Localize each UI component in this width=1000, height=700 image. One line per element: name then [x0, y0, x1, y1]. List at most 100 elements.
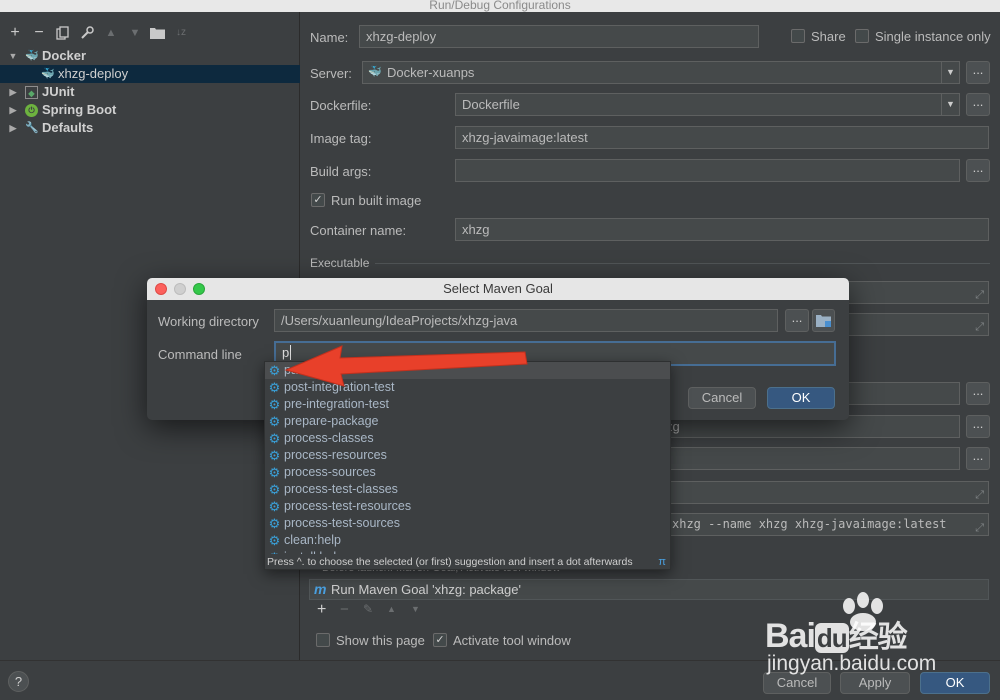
- suggestion-label: process-sources: [284, 465, 376, 479]
- popup-status-bar: Press ^. to choose the selected (or firs…: [265, 554, 670, 569]
- suggestion-label: process-test-classes: [284, 482, 398, 496]
- image-tag-label: Image tag:: [310, 131, 372, 146]
- pi-icon[interactable]: π: [658, 554, 666, 569]
- build-args-browse-button[interactable]: ...: [966, 159, 990, 182]
- brand-cn-text: 经验: [848, 620, 908, 655]
- remove-icon[interactable]: −: [340, 601, 349, 618]
- popup-hint-text: Press ^. to choose the selected (or firs…: [267, 556, 633, 568]
- hidden-browse-button-2[interactable]: ...: [966, 415, 990, 438]
- dockerfile-combo[interactable]: Dockerfile ▼: [455, 93, 960, 116]
- close-window-button[interactable]: [155, 283, 167, 295]
- sort-icon[interactable]: ↓z: [170, 20, 192, 46]
- name-label: Name:: [310, 30, 349, 45]
- tree-item-label: Docker: [42, 48, 87, 63]
- tree-item-spring-boot[interactable]: ▶ ⏻ Spring Boot: [0, 101, 300, 119]
- add-icon[interactable]: +: [317, 601, 326, 619]
- tree-item-xhzg-deploy[interactable]: 🐳 xhzg-deploy: [0, 65, 300, 83]
- suggestion-item[interactable]: ⚙ process-test-resources: [265, 498, 670, 515]
- suggestion-item[interactable]: ⚙ pre-integration-test: [265, 396, 670, 413]
- hidden-browse-button-1[interactable]: ...: [966, 382, 990, 405]
- name-input[interactable]: xhzg-deploy: [359, 25, 759, 48]
- image-tag-input[interactable]: xhzg-javaimage:latest: [455, 126, 989, 149]
- suggestion-item[interactable]: ⚙ process-test-sources: [265, 515, 670, 532]
- expand-arrow-icon[interactable]: ▶: [8, 101, 18, 119]
- working-directory-input[interactable]: /Users/xuanleung/IdeaProjects/xhzg-java: [274, 309, 778, 332]
- dockerfile-browse-button[interactable]: ...: [966, 93, 990, 116]
- gear-icon: ⚙: [268, 499, 281, 514]
- run-built-image-checkbox[interactable]: ✓: [311, 193, 325, 207]
- expand-icon[interactable]: ⤢: [975, 285, 984, 306]
- spring-boot-icon: ⏻: [25, 104, 38, 117]
- share-label: Share: [811, 29, 846, 44]
- suggestion-label: process-resources: [284, 448, 387, 462]
- command-line-label: Command line: [158, 347, 242, 362]
- activate-tool-window-label: Activate tool window: [453, 633, 571, 648]
- tree-item-label: Defaults: [42, 120, 94, 135]
- gear-icon: ⚙: [268, 431, 281, 446]
- tree-item-junit[interactable]: ▶ ◆ JUnit: [0, 83, 300, 101]
- activate-tool-window-checkbox[interactable]: ✓: [433, 633, 447, 647]
- container-name-input[interactable]: xhzg: [455, 218, 989, 241]
- working-directory-browse-button[interactable]: ...: [785, 309, 809, 332]
- chevron-down-icon[interactable]: ▼: [941, 62, 959, 83]
- tree-item-defaults[interactable]: ▶ 🔧 Defaults: [0, 119, 300, 137]
- docker-icon: 🐳: [25, 50, 39, 62]
- maven-icon: m: [314, 581, 327, 597]
- suggestion-label: process-test-resources: [284, 499, 412, 513]
- suggestion-item[interactable]: ⚙ process-test-classes: [265, 481, 670, 498]
- collapse-arrow-icon[interactable]: ▼: [8, 47, 18, 65]
- edit-icon[interactable]: ✎: [363, 602, 373, 616]
- suggestion-label: pre-integration-test: [284, 397, 389, 411]
- remove-icon[interactable]: −: [28, 20, 50, 46]
- annotation-arrow-icon: [284, 345, 528, 387]
- expand-icon[interactable]: ⤢: [975, 517, 984, 538]
- move-up-icon[interactable]: ▲: [387, 604, 396, 614]
- dialog-cancel-button[interactable]: Cancel: [688, 387, 756, 409]
- dialog-ok-button[interactable]: OK: [767, 387, 835, 409]
- suggestion-label: prepare-package: [284, 414, 379, 428]
- config-toolbar: + − ▲ ▼ ↓z: [0, 20, 300, 46]
- expand-icon[interactable]: ⤢: [975, 485, 984, 506]
- move-up-icon[interactable]: ▲: [100, 20, 122, 46]
- expand-icon[interactable]: ⤢: [975, 317, 984, 338]
- maven-goal-item[interactable]: Run Maven Goal 'xhzg: package': [331, 582, 521, 597]
- show-this-page-checkbox[interactable]: [316, 633, 330, 647]
- maximize-window-button[interactable]: [193, 283, 205, 295]
- brand-text: Bai: [765, 617, 816, 655]
- docker-icon: 🐳: [41, 68, 55, 80]
- suggestion-item[interactable]: ⚙ clean:help: [265, 532, 670, 549]
- expand-arrow-icon[interactable]: ▶: [8, 83, 18, 101]
- share-checkbox[interactable]: [791, 29, 805, 43]
- single-instance-checkbox[interactable]: [855, 29, 869, 43]
- expand-arrow-icon[interactable]: ▶: [8, 119, 18, 137]
- wrench-icon[interactable]: [76, 20, 98, 46]
- suggestion-label: process-classes: [284, 431, 374, 445]
- server-combo[interactable]: 🐳 Docker-xuanps ▼: [362, 61, 960, 84]
- suggestion-item[interactable]: ⚙ prepare-package: [265, 413, 670, 430]
- tree-item-docker[interactable]: ▼ 🐳 Docker: [0, 47, 300, 65]
- suggestion-label: clean:help: [284, 533, 341, 547]
- gear-icon: ⚙: [268, 533, 281, 548]
- chevron-down-icon[interactable]: ▼: [941, 94, 959, 115]
- copy-icon[interactable]: [52, 20, 74, 46]
- show-this-page-label: Show this page: [336, 633, 425, 648]
- project-folder-button[interactable]: [812, 309, 835, 332]
- add-icon[interactable]: +: [4, 20, 26, 46]
- move-down-icon[interactable]: ▼: [124, 20, 146, 46]
- suggestion-item[interactable]: ⚙ process-sources: [265, 464, 670, 481]
- hidden-browse-button-3[interactable]: ...: [966, 447, 990, 470]
- build-args-label: Build args:: [310, 164, 372, 179]
- server-browse-button[interactable]: ...: [966, 61, 990, 84]
- suggestion-item[interactable]: ⚙ process-classes: [265, 430, 670, 447]
- move-down-icon[interactable]: ▼: [411, 604, 420, 614]
- minimize-window-button[interactable]: [174, 283, 186, 295]
- build-args-input[interactable]: [455, 159, 960, 182]
- window-title: Run/Debug Configurations: [0, 0, 1000, 12]
- suggestion-item[interactable]: ⚙ process-resources: [265, 447, 670, 464]
- wrench-icon: 🔧: [25, 122, 39, 134]
- help-icon[interactable]: ?: [8, 671, 29, 692]
- folder-icon[interactable]: [146, 20, 168, 46]
- section-divider: [375, 263, 990, 264]
- gear-icon: ⚙: [268, 448, 281, 463]
- tree-item-label: JUnit: [42, 84, 75, 99]
